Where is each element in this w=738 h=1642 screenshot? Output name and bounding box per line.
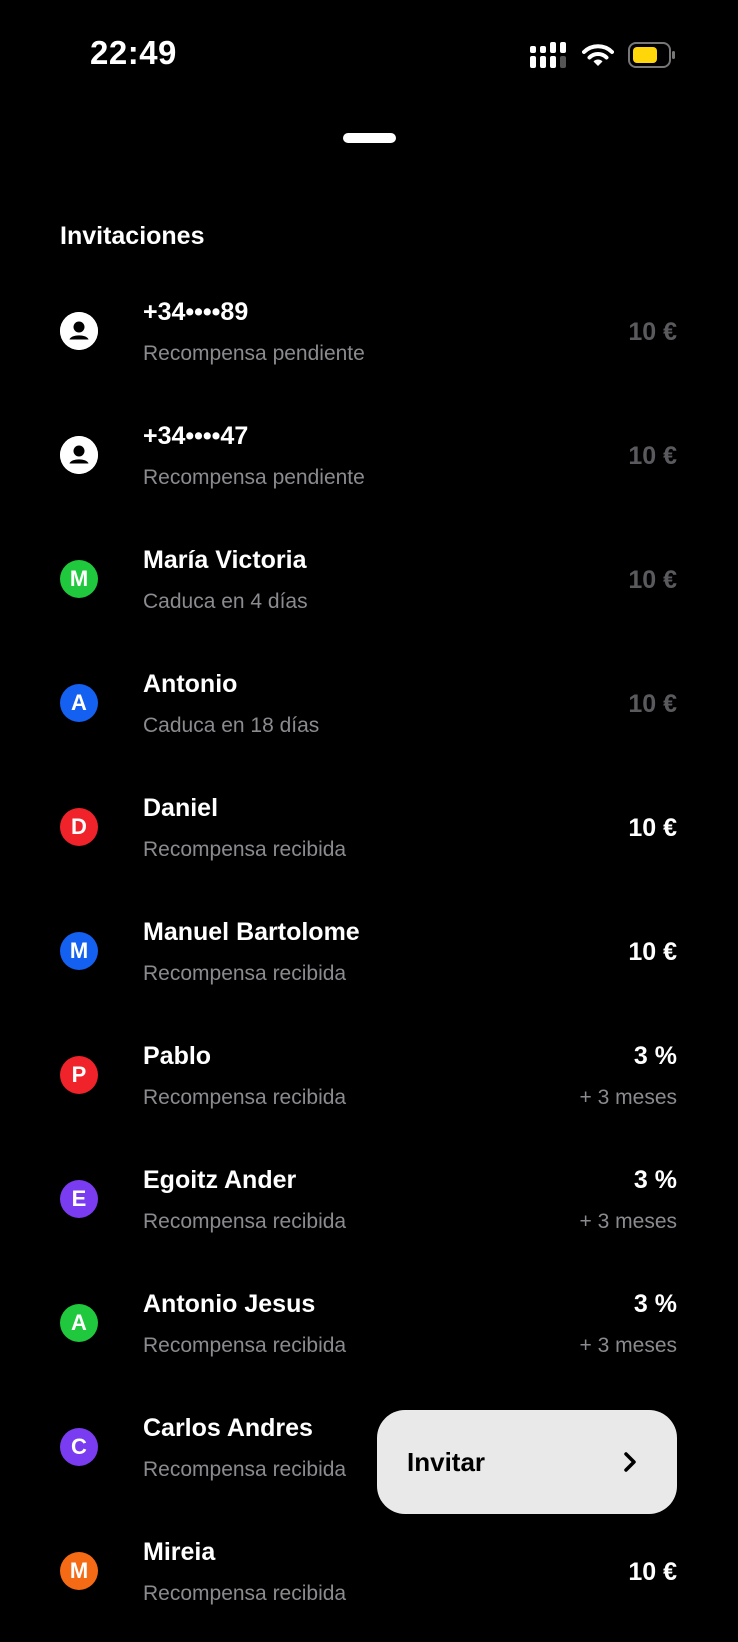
avatar-initial: D: [60, 808, 98, 846]
avatar-initial: C: [60, 1428, 98, 1466]
invitation-row[interactable]: P Pablo Recompensa recibida 3 % + 3 meses: [0, 1022, 738, 1146]
wifi-icon: [582, 44, 614, 66]
invitation-name: +34••••89: [143, 298, 249, 326]
invitation-status: Caduca en 18 días: [143, 714, 320, 737]
invitation-reward-duration: + 3 meses: [579, 1210, 677, 1233]
invitation-row[interactable]: M María Victoria Caduca en 4 días 10 €: [0, 526, 738, 650]
invitation-name: Manuel Bartolome: [143, 918, 360, 946]
invitation-status: Recompensa pendiente: [143, 466, 365, 489]
invitation-reward: 3 %: [633, 1166, 677, 1194]
invitation-name: Antonio Jesus: [143, 1290, 316, 1318]
invitation-reward: 10 €: [628, 1558, 677, 1586]
invitation-reward: 3 %: [633, 1290, 677, 1318]
invitation-status: Recompensa recibida: [143, 962, 347, 985]
invitation-status: Recompensa recibida: [143, 1334, 347, 1357]
invitation-row[interactable]: D Daniel Recompensa recibida 10 €: [0, 774, 738, 898]
invitation-row[interactable]: +34••••89 Recompensa pendiente 10 €: [0, 278, 738, 402]
invitation-reward: 10 €: [628, 318, 677, 346]
section-title: Invitaciones: [60, 222, 205, 250]
avatar-initial: M: [60, 560, 98, 598]
invitation-status: Recompensa recibida: [143, 1458, 347, 1481]
avatar-initial: M: [60, 932, 98, 970]
chevron-right-icon: [624, 1452, 636, 1472]
invitation-status: Recompensa recibida: [143, 1582, 347, 1605]
invitation-row[interactable]: A Antonio Caduca en 18 días 10 €: [0, 650, 738, 774]
invitation-reward: 10 €: [628, 566, 677, 594]
status-time: 22:49: [90, 34, 177, 71]
person-icon: [60, 312, 98, 350]
invitation-name: Daniel: [143, 794, 219, 822]
avatar-initial: E: [60, 1180, 98, 1218]
avatar-initial: P: [60, 1056, 98, 1094]
invite-button-label: Invitar: [407, 1446, 486, 1477]
invitation-reward-duration: + 3 meses: [579, 1334, 677, 1357]
invitation-name: Egoitz Ander: [143, 1166, 297, 1194]
invitation-status: Recompensa pendiente: [143, 342, 365, 365]
invitation-reward: 10 €: [628, 938, 677, 966]
battery-icon: [628, 42, 675, 68]
signal-icon: [530, 42, 566, 68]
status-icons: [530, 38, 676, 72]
sheet-grabber[interactable]: [343, 133, 396, 143]
invitation-status: Recompensa recibida: [143, 838, 347, 861]
invite-button[interactable]: Invitar: [377, 1410, 677, 1514]
invitation-row[interactable]: +34••••47 Recompensa pendiente 10 €: [0, 402, 738, 526]
invitation-row[interactable]: M Mireia Recompensa recibida 10 €: [0, 1518, 738, 1642]
status-bar: 22:49: [0, 0, 738, 110]
avatar-initial: A: [60, 684, 98, 722]
invitation-row[interactable]: E Egoitz Ander Recompensa recibida 3 % + 3 m…: [0, 1146, 738, 1270]
avatar-initial: A: [60, 1304, 98, 1342]
invitation-row[interactable]: A Antonio Jesus Recompensa recibida 3 % + 3 …: [0, 1270, 738, 1394]
invitation-name: María Victoria: [143, 546, 307, 574]
invitation-reward-duration: + 3 meses: [579, 1086, 677, 1109]
invitation-row[interactable]: M Manuel Bartolome Recompensa recibida 10 €: [0, 898, 738, 1022]
invitation-reward: 3 %: [633, 1042, 677, 1070]
invitation-reward: 10 €: [628, 814, 677, 842]
person-icon: [60, 436, 98, 474]
avatar-initial: M: [60, 1552, 98, 1590]
invitation-status: Recompensa recibida: [143, 1086, 347, 1109]
invitation-reward: 10 €: [628, 690, 677, 718]
invitation-status: Caduca en 4 días: [143, 590, 308, 613]
invitation-status: Recompensa recibida: [143, 1210, 347, 1233]
invitation-name: Mireia: [143, 1538, 216, 1566]
invitation-name: Carlos Andres: [143, 1414, 313, 1442]
invitation-name: Pablo: [143, 1042, 212, 1070]
invitation-name: +34••••47: [143, 422, 249, 450]
invitation-name: Antonio: [143, 670, 238, 698]
invitation-reward: 10 €: [628, 442, 677, 470]
